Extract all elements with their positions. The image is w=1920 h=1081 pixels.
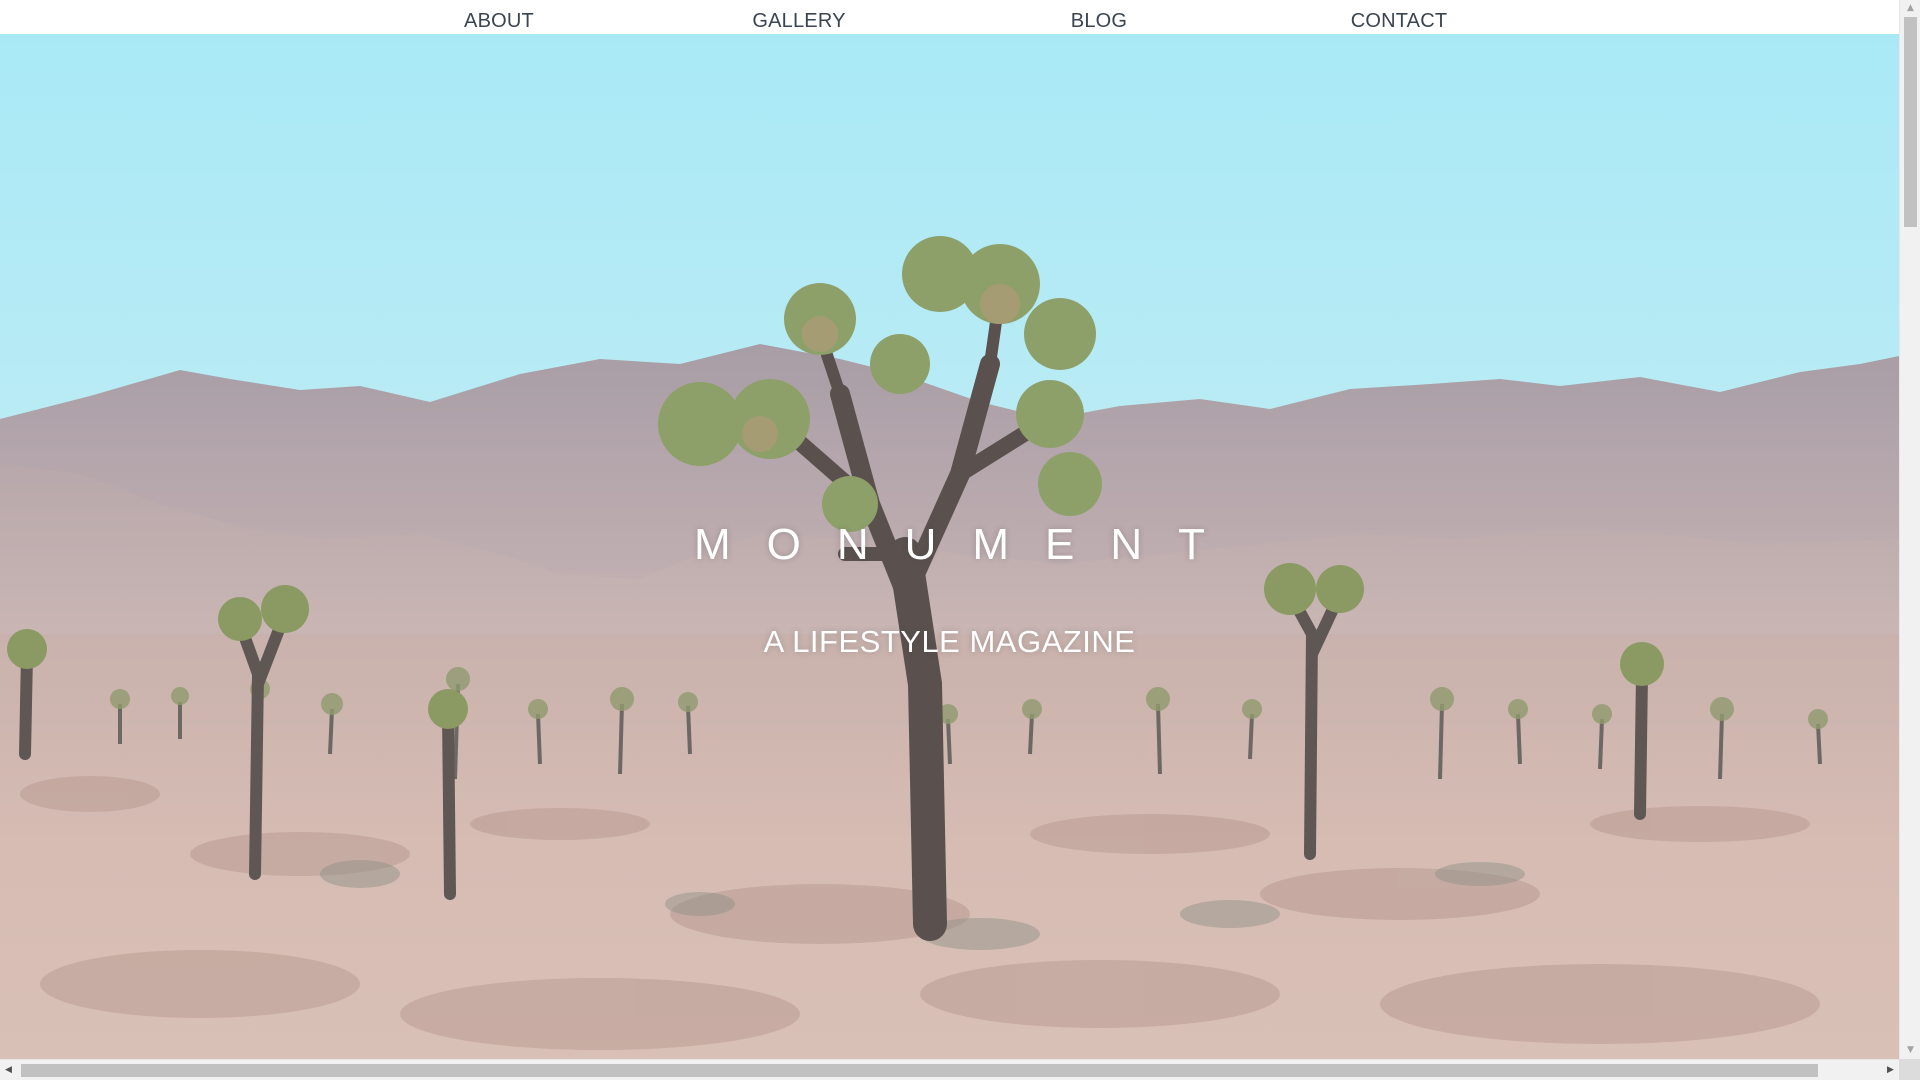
hero-section: MONUMENT A LIFESTYLE MAGAZINE: [0, 34, 1899, 1059]
nav-contact-link[interactable]: CONTACT: [1351, 10, 1448, 33]
nav-blog-link[interactable]: BLOG: [1071, 10, 1127, 33]
horizontal-scroll-thumb[interactable]: [21, 1064, 1818, 1077]
nav-about-link[interactable]: ABOUT: [464, 10, 534, 33]
vertical-scroll-thumb[interactable]: [1904, 17, 1917, 227]
triangle-up-icon[interactable]: ▲: [1900, 0, 1920, 17]
page-viewport: ABOUT GALLERY BLOG CONTACT MONUMENT A LI…: [0, 0, 1899, 1059]
horizontal-scrollbar[interactable]: ◀ ▶: [0, 1059, 1899, 1080]
triangle-left-icon[interactable]: ◀: [0, 1060, 17, 1081]
vertical-scrollbar[interactable]: ▲ ▼: [1899, 0, 1920, 1059]
top-navigation: ABOUT GALLERY BLOG CONTACT: [0, 0, 1899, 34]
scrollbar-corner: [1899, 1059, 1920, 1080]
hero-subtitle: A LIFESTYLE MAGAZINE: [763, 624, 1136, 659]
triangle-down-icon[interactable]: ▼: [1900, 1042, 1920, 1059]
nav-gallery-link[interactable]: GALLERY: [752, 10, 845, 33]
triangle-right-icon[interactable]: ▶: [1882, 1060, 1899, 1081]
hero-title: MONUMENT: [693, 520, 1242, 569]
